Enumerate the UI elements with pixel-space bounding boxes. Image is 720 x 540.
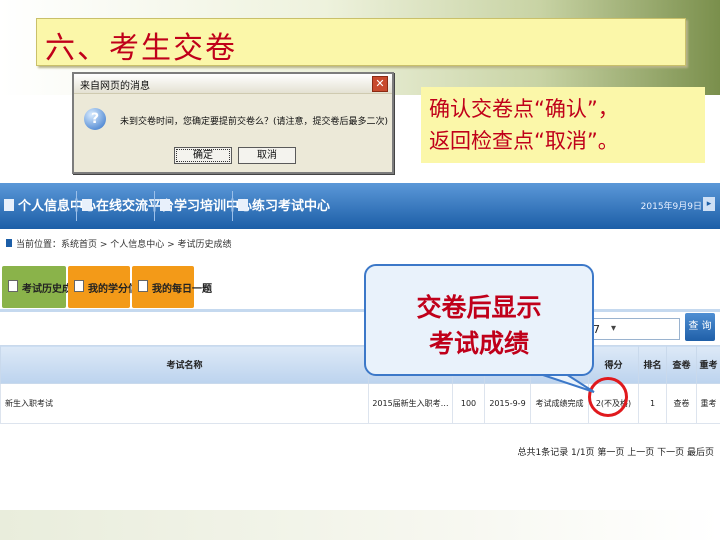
cell-date: 2015-9-9 (484, 383, 531, 424)
document-icon (138, 280, 148, 292)
breadcrumb-text: 当前位置：系统首页 > 个人信息中心 > 考试历史成绩 (16, 240, 232, 250)
review-link[interactable]: 查卷 (666, 383, 697, 424)
column-header-retake[interactable]: 重考 (696, 345, 720, 384)
filter-select-value: 7 (593, 323, 600, 336)
column-header-exam-name[interactable]: 考试名称 (0, 345, 369, 384)
tab-divider (0, 309, 720, 312)
cell-status: 考试成绩完成 (530, 383, 589, 424)
document-icon (74, 280, 84, 292)
dialog-message: 未到交卷时间，您确定要提前交卷么？(请注意，提交卷后最多二次) (120, 117, 389, 127)
question-icon: ? (84, 108, 106, 130)
retake-link[interactable]: 重考 (696, 383, 720, 424)
main-nav-bar: 个人信息中心 在线交流平台 学习培训中心 练习考试中心 2015年9月9日 ▸ (0, 183, 720, 229)
instruction-note: 确认交卷点“确认”， 返回检查点“取消”。 (421, 87, 705, 163)
cancel-button[interactable]: 取消 (238, 147, 296, 164)
nav-item-exam-center[interactable]: 练习考试中心 (238, 195, 330, 214)
chat-icon (82, 199, 92, 211)
score-highlight-circle (588, 377, 628, 417)
callout-box: 交卷后显示 考试成绩 (364, 264, 594, 376)
confirm-button[interactable]: 确定 (174, 147, 232, 164)
location-icon (6, 239, 12, 247)
nav-divider (154, 191, 155, 221)
cell-rank: 1 (638, 383, 667, 424)
column-header-review[interactable]: 查卷 (666, 345, 697, 384)
nav-divider (232, 191, 233, 221)
tab-exam-history[interactable]: 考试历史成绩 (2, 266, 82, 308)
cell-exam-title: 2015届新生入职考… (368, 383, 453, 424)
query-button[interactable]: 查 询 (685, 313, 715, 341)
nav-divider (76, 191, 77, 221)
slide-footer-background (0, 510, 720, 540)
document-icon (8, 280, 18, 292)
close-icon[interactable]: ✕ (372, 76, 388, 92)
instruction-line-cancel: 返回检查点“取消”。 (429, 129, 619, 153)
tab-daily-question[interactable]: 我的每日一题 (132, 266, 212, 308)
nav-date: 2015年9月9日 (640, 202, 702, 212)
callout-line-1: 交卷后显示 (416, 293, 542, 322)
user-icon (4, 199, 14, 211)
slide-title-box: 六、考生交卷 (36, 18, 686, 66)
filter-select[interactable]: 7 ▾ (588, 318, 680, 340)
callout-line-2: 考试成绩 (428, 329, 529, 358)
instruction-line-confirm: 确认交卷点“确认”， (429, 97, 619, 121)
column-header-rank[interactable]: 排名 (638, 345, 667, 384)
dialog-titlebar[interactable]: 来自网页的消息 ✕ (74, 74, 392, 94)
cell-exam-name: 新生入职考试 (0, 383, 369, 424)
chevron-down-icon: ▾ (611, 323, 617, 334)
exam-icon (238, 199, 248, 211)
book-icon (160, 199, 170, 211)
tab-credit-info[interactable]: 我的学分信息 (68, 266, 148, 308)
breadcrumb: 当前位置：系统首页 > 个人信息中心 > 考试历史成绩 (0, 234, 720, 256)
cell-total: 100 (452, 383, 485, 424)
dialog-title: 来自网页的消息 (80, 81, 150, 92)
nav-expand-icon[interactable]: ▸ (703, 197, 715, 211)
confirm-dialog: 来自网页的消息 ✕ ? 未到交卷时间，您确定要提前交卷么？(请注意，提交卷后最多… (72, 72, 394, 174)
slide-title: 六、考生交卷 (45, 31, 237, 66)
pagination[interactable]: 总共1条记录 1/1页 第一页 上一页 下一页 最后页 (517, 445, 714, 458)
